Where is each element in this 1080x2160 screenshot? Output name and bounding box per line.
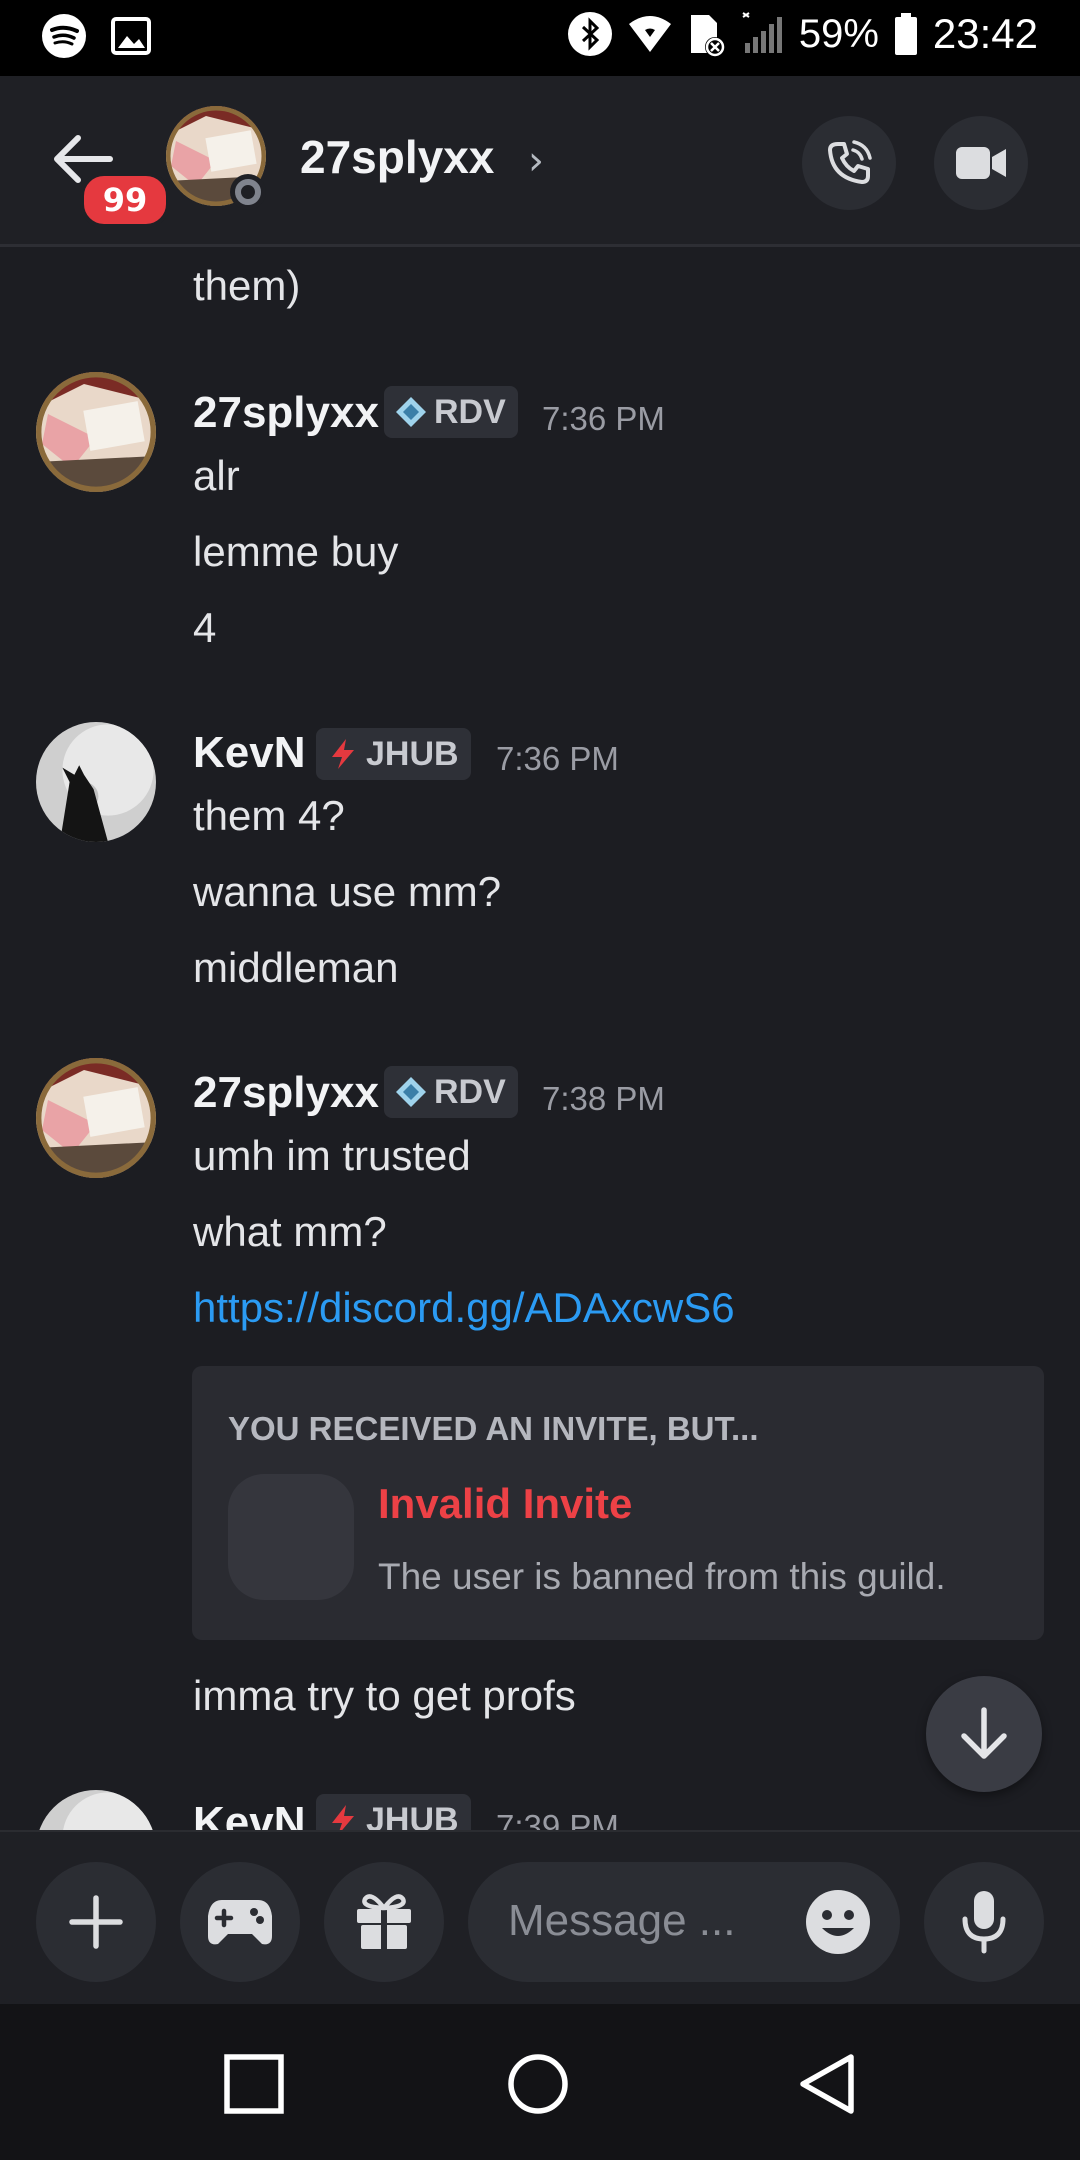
message-author[interactable]: KevN	[193, 1798, 306, 1830]
message-timestamp: 7:36 PM	[496, 740, 619, 777]
chevron-right-icon[interactable]: ›	[528, 138, 544, 184]
message-timestamp: 7:38 PM	[542, 1080, 665, 1117]
message-input[interactable]: Message ...	[468, 1862, 900, 1982]
role-tag-label: RDV	[434, 392, 506, 431]
message-text: wanna use mm?	[193, 868, 502, 915]
message-text: umh im trusted	[193, 1132, 471, 1179]
gamepad-icon	[208, 1900, 272, 1945]
voice-call-button[interactable]	[802, 116, 896, 210]
signal-icon	[741, 11, 785, 57]
attach-button[interactable]	[36, 1862, 156, 1982]
message-author[interactable]: 27splyxx	[193, 388, 379, 438]
message-list[interactable]: them) 27splyxx RDV 7:36 PM alr lemme buy…	[0, 246, 1080, 1830]
invite-status: Invalid Invite	[378, 1480, 633, 1527]
message-placeholder: Message ...	[508, 1896, 736, 1945]
role-tag[interactable]: RDV	[384, 386, 518, 438]
role-tag-label: JHUB	[366, 1800, 459, 1831]
avatar[interactable]	[36, 1790, 156, 1830]
jump-to-bottom-button[interactable]	[926, 1676, 1042, 1792]
invite-title: YOU RECEIVED AN INVITE, BUT...	[228, 1410, 759, 1447]
lightning-icon	[332, 1805, 354, 1830]
invite-embed: YOU RECEIVED AN INVITE, BUT... Invalid I…	[192, 1366, 1044, 1640]
message-timestamp: 7:39 PM	[496, 1808, 619, 1830]
recents-square-icon[interactable]	[222, 2052, 286, 2116]
message-text: them)	[193, 262, 301, 309]
video-call-button[interactable]	[934, 116, 1028, 210]
gift-button[interactable]	[324, 1862, 444, 1982]
unread-badge: 99	[80, 172, 170, 228]
activities-button[interactable]	[180, 1862, 300, 1982]
status-bar: 59% 23:42	[0, 0, 1080, 76]
message-author[interactable]: KevN	[193, 728, 306, 778]
invite-link[interactable]: https://discord.gg/ADAxcwS6	[193, 1284, 735, 1332]
message-text: imma try to get profs	[193, 1672, 576, 1719]
avatar[interactable]	[36, 1058, 156, 1178]
server-icon	[228, 1474, 354, 1600]
diamond-icon	[396, 397, 426, 427]
emoji-icon[interactable]	[804, 1888, 872, 1956]
home-circle-icon[interactable]	[506, 2052, 570, 2116]
system-nav-bar	[0, 2004, 1080, 2160]
sim-off-icon	[687, 11, 727, 57]
invite-reason: The user is banned from this guild.	[378, 1556, 946, 1597]
gift-icon	[357, 1894, 411, 1949]
message-composer: Message ...	[0, 1830, 1080, 2004]
avatar[interactable]	[36, 722, 156, 842]
role-tag[interactable]: RDV	[384, 1066, 518, 1118]
role-tag-label: JHUB	[366, 734, 459, 773]
video-call-icon	[956, 147, 1006, 179]
message-timestamp: 7:36 PM	[542, 400, 665, 437]
message-text: lemme buy	[193, 528, 399, 575]
voice-call-icon	[828, 140, 872, 184]
wifi-icon	[627, 14, 673, 54]
avatar[interactable]	[36, 372, 156, 492]
microphone-icon	[962, 1891, 1006, 1954]
spotify-icon	[40, 12, 88, 60]
message-author[interactable]: 27splyxx	[193, 1068, 379, 1118]
battery-icon	[893, 11, 919, 57]
offline-status-icon	[230, 174, 266, 210]
voice-message-button[interactable]	[924, 1862, 1044, 1982]
gallery-icon	[110, 15, 152, 57]
message-text: alr	[193, 452, 240, 499]
role-tag-label: RDV	[434, 1072, 506, 1111]
role-tag[interactable]: JHUB	[316, 1794, 471, 1830]
dm-username[interactable]: 27splyxx	[300, 130, 494, 184]
battery-percent: 59%	[798, 11, 879, 56]
message-text: 4	[193, 604, 217, 651]
plus-icon	[69, 1895, 123, 1949]
message-text: middleman	[193, 944, 399, 991]
diamond-icon	[396, 1077, 426, 1107]
bluetooth-icon	[567, 11, 613, 57]
role-tag[interactable]: JHUB	[316, 728, 471, 780]
arrow-down-icon	[961, 1707, 1007, 1759]
message-text: them 4?	[193, 792, 345, 839]
message-text: what mm?	[193, 1208, 387, 1255]
chat-header: 99 27splyxx ›	[0, 76, 1080, 247]
lightning-icon	[332, 739, 354, 769]
clock: 23:42	[932, 10, 1038, 57]
back-triangle-icon[interactable]	[796, 2052, 860, 2116]
